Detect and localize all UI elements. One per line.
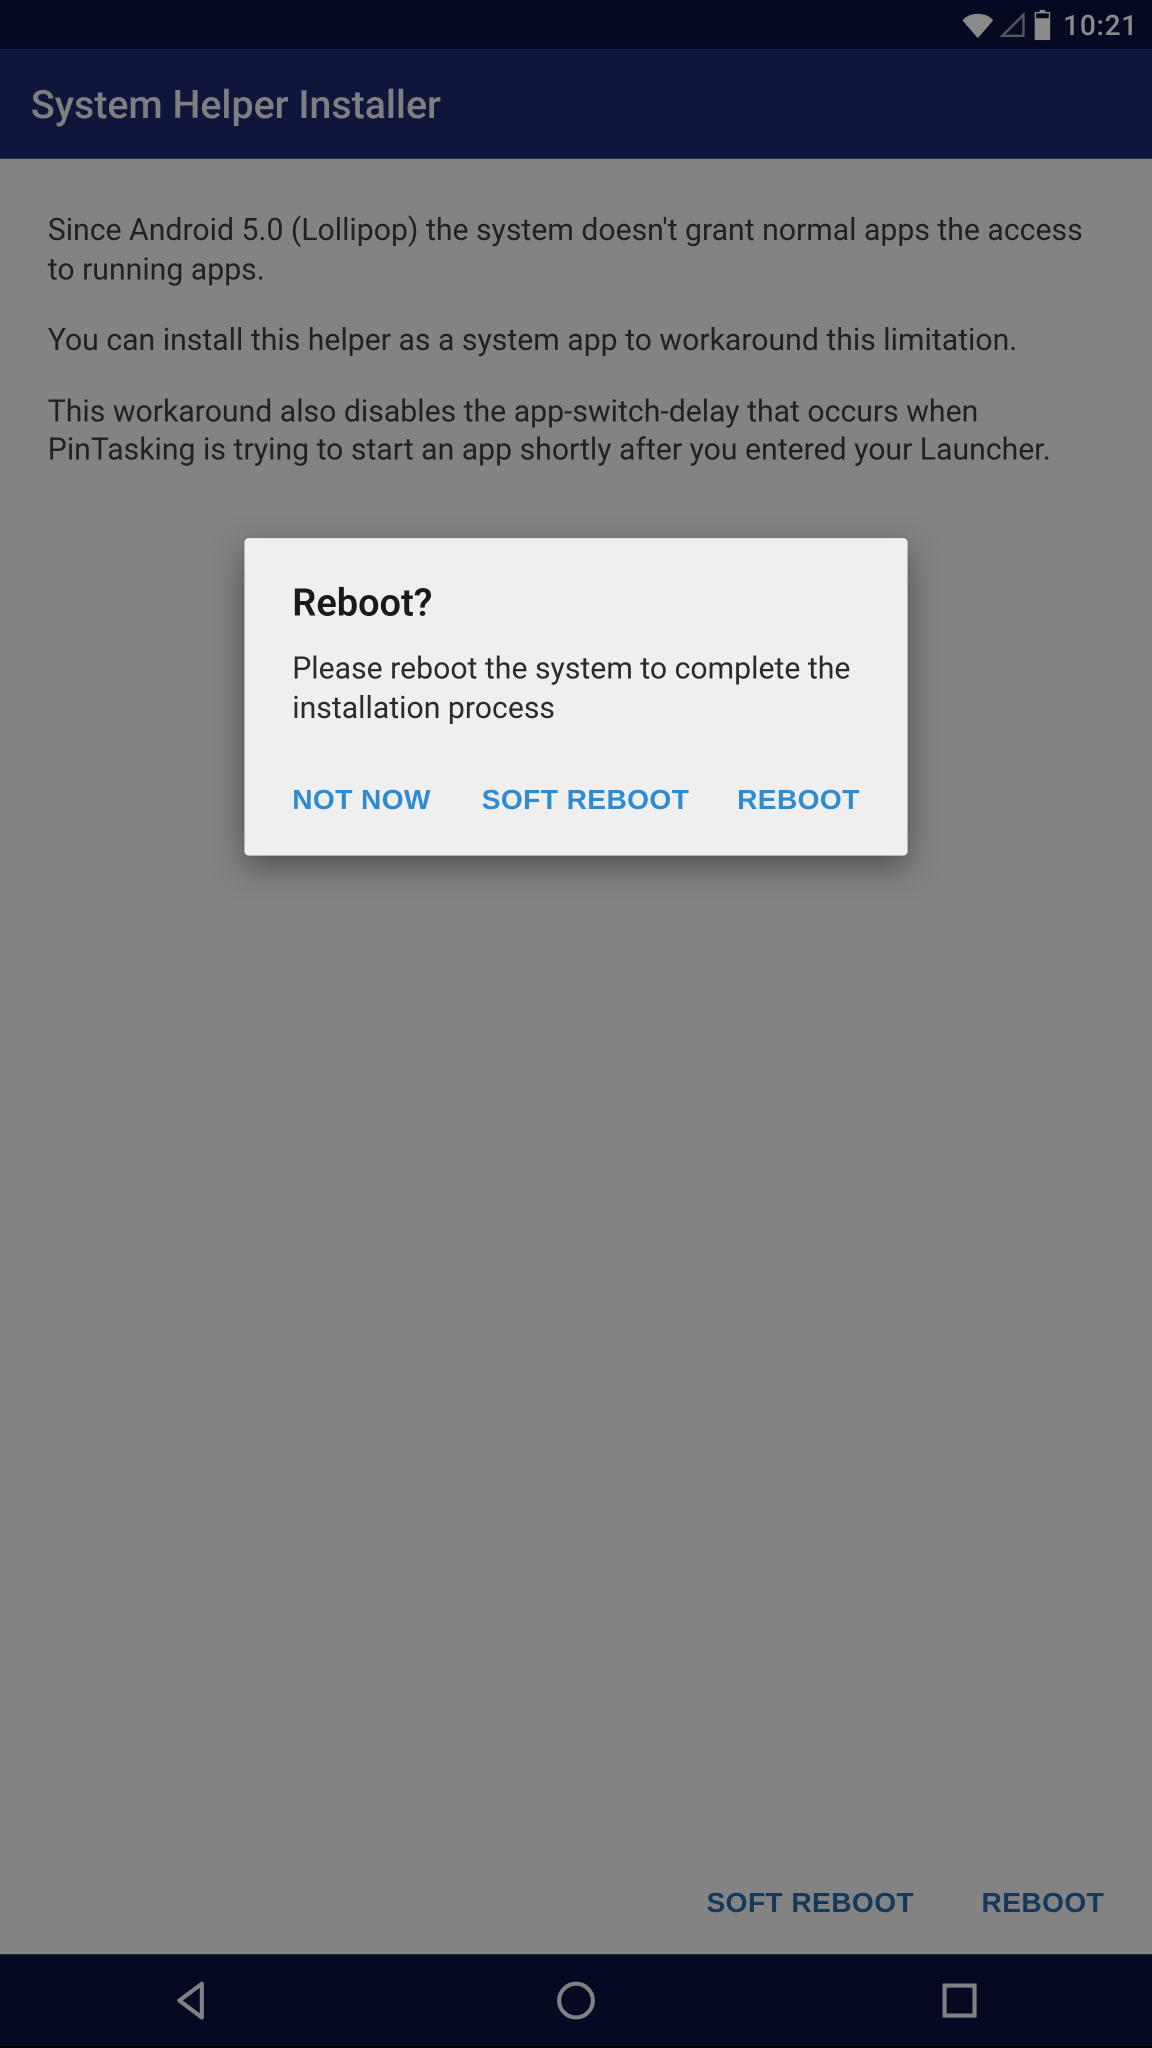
reboot-dialog: Reboot? Please reboot the system to comp…: [244, 538, 907, 855]
dialog-scrim[interactable]: Reboot? Please reboot the system to comp…: [0, 0, 1152, 2046]
dialog-actions: NOT NOW SOFT REBOOT REBOOT: [244, 768, 907, 835]
dialog-not-now-button[interactable]: NOT NOW: [292, 786, 431, 818]
dialog-message: Please reboot the system to complete the…: [244, 650, 907, 768]
dialog-reboot-button[interactable]: REBOOT: [737, 786, 860, 818]
dialog-soft-reboot-button[interactable]: SOFT REBOOT: [482, 786, 690, 818]
dialog-title: Reboot?: [244, 580, 907, 650]
